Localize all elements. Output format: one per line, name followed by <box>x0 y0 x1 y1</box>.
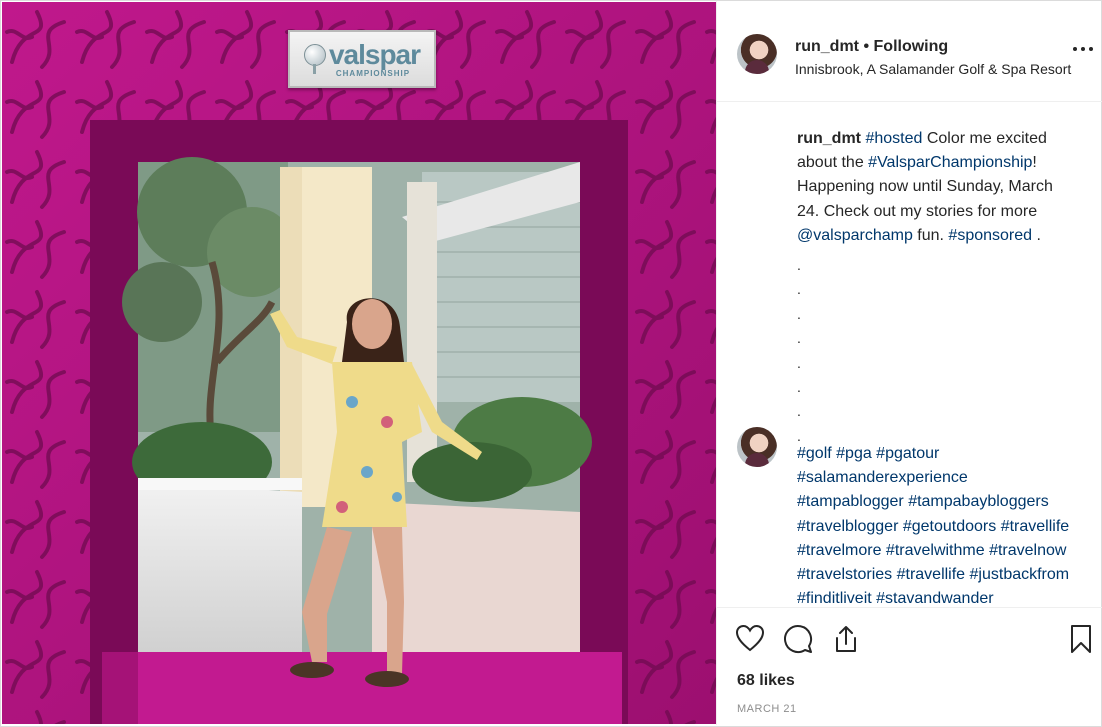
photo-illustration <box>2 2 716 724</box>
post-photo[interactable]: valspar CHAMPIONSHIP <box>2 2 716 724</box>
hashtag-hosted[interactable]: #hosted <box>865 130 922 147</box>
hashtag-valspar-championship[interactable]: #ValsparChampionship <box>868 154 1032 171</box>
comment-avatar[interactable] <box>737 427 777 467</box>
following-button[interactable]: Following <box>874 38 949 55</box>
sign-subtitle: CHAMPIONSHIP <box>335 68 411 78</box>
hashtag-line[interactable]: #travelmore #travelwithme #travelnow <box>797 539 1097 563</box>
hashtag-line[interactable]: #travelblogger #getoutdoors #travellife <box>797 515 1097 539</box>
caption-text-4: . <box>1032 226 1041 244</box>
hashtag-line[interactable]: #tampablogger #tampabaybloggers <box>797 490 1097 514</box>
post-side-panel: run_dmt • Following Innisbrook, A Salama… <box>716 1 1102 725</box>
hashtag-line[interactable]: #salamanderexperience <box>797 466 1097 490</box>
likes-count[interactable]: 68 likes <box>737 672 795 690</box>
mention-valsparchamp[interactable]: @valsparchamp <box>797 227 913 244</box>
hashtag-line[interactable]: #golf #pga #pgatour <box>797 442 1097 466</box>
bookmark-icon[interactable] <box>1069 624 1093 654</box>
share-icon[interactable] <box>831 624 861 654</box>
post-header: run_dmt • Following Innisbrook, A Salama… <box>717 1 1102 102</box>
caption-text-3: fun. <box>912 226 949 244</box>
header-line: run_dmt • Following <box>795 38 948 56</box>
hashtag-comment: #golf #pga #pgatour #salamanderexperienc… <box>797 442 1097 611</box>
sign-brand: valspar <box>328 38 421 70</box>
avatar[interactable] <box>737 34 777 74</box>
caption-username[interactable]: run_dmt <box>797 130 861 147</box>
more-options-icon[interactable] <box>1072 45 1094 53</box>
heart-icon[interactable] <box>735 624 765 652</box>
caption-dots: . . . . . . . . <box>797 257 801 444</box>
separator-dot: • <box>863 38 870 55</box>
hashtag-sponsored[interactable]: #sponsored <box>948 227 1032 244</box>
username-link[interactable]: run_dmt <box>795 38 859 55</box>
post-actions: 68 likes MARCH 21 <box>717 607 1102 726</box>
location-link[interactable]: Innisbrook, A Salamander Golf & Spa Reso… <box>795 61 1071 77</box>
post-caption: run_dmt #hosted Color me excited about t… <box>797 127 1097 248</box>
hashtag-line[interactable]: #travelstories #travellife #justbackfrom <box>797 563 1097 587</box>
valspar-sign: valspar CHAMPIONSHIP <box>288 30 436 88</box>
comment-icon[interactable] <box>783 624 813 654</box>
post-date[interactable]: MARCH 21 <box>737 703 797 715</box>
golf-ball-logo-icon <box>303 43 326 74</box>
